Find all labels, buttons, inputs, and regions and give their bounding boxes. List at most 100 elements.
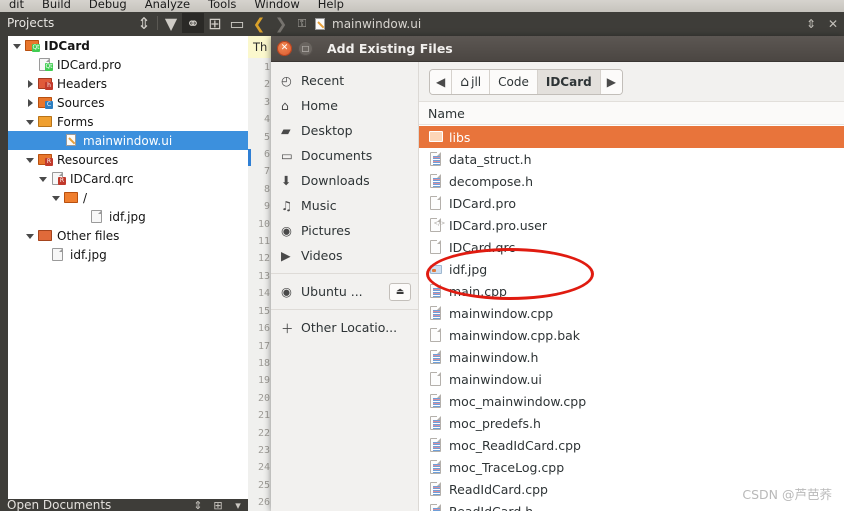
sync-selector[interactable]: ⇕	[133, 13, 155, 33]
close-icon: ✕	[280, 43, 289, 53]
lock-icon[interactable]: ⚿	[292, 17, 312, 31]
file-browser-pane: ◀ ⌂ jll Code IDCard ▶ Name libs data_struct.hd…	[419, 62, 844, 511]
sync-selector-icon[interactable]: ⇕	[188, 499, 208, 511]
menu-item-build[interactable]: Build	[33, 0, 80, 11]
breadcrumb-prev-button[interactable]: ◀	[430, 69, 453, 94]
file-row[interactable]: main.cpp	[419, 280, 844, 302]
tree-item-forms[interactable]: Forms	[8, 112, 248, 131]
breadcrumb[interactable]: ◀ ⌂ jll Code IDCard ▶	[429, 68, 623, 95]
file-row[interactable]: IDCard.qrc	[419, 236, 844, 258]
file-row[interactable]: moc_predefs.h	[419, 412, 844, 434]
breadcrumb-item-idcard[interactable]: IDCard	[537, 69, 601, 94]
image-file-icon	[426, 260, 446, 278]
tree-item-idcard[interactable]: Qt IDCard	[8, 36, 248, 55]
place-item-desktop[interactable]: ▰ Desktop	[271, 118, 418, 143]
file-name-label: main.cpp	[449, 283, 507, 299]
eject-icon[interactable]: ⏏	[389, 282, 411, 301]
dialog-maximize-button[interactable]: □	[298, 41, 313, 56]
file-row[interactable]: mainwindow.cpp	[419, 302, 844, 324]
file-name-label: decompose.h	[449, 173, 534, 189]
menu-item-help[interactable]: Help	[309, 0, 353, 11]
tree-item-headers[interactable]: h Headers	[8, 74, 248, 93]
place-item-ubuntu[interactable]: ◉ Ubuntu ... ⏏	[271, 279, 418, 304]
tree-item-idcard-qrc[interactable]: R IDCard.qrc	[8, 169, 248, 188]
file-row[interactable]: decompose.h	[419, 170, 844, 192]
menu-item-window[interactable]: Window	[245, 0, 308, 11]
split-icon[interactable]: ⊞	[204, 13, 226, 33]
breadcrumb-item-code[interactable]: Code	[490, 69, 538, 94]
split-icon[interactable]: ⊞	[208, 499, 228, 511]
dialog-close-button[interactable]: ✕	[277, 41, 292, 56]
breadcrumb-item-jll[interactable]: ⌂ jll	[452, 69, 491, 94]
documents-icon: ▭	[281, 148, 293, 163]
line-number: 19	[257, 375, 270, 387]
project-tree[interactable]: Qt IDCard Qt IDCard.pro h Headers C Sources Form…	[8, 36, 248, 500]
chevron-down-icon[interactable]	[38, 173, 49, 184]
place-item-otherlocatio[interactable]: ＋ Other Locatio...	[271, 315, 418, 340]
file-name-label: moc_mainwindow.cpp	[449, 393, 587, 409]
link-icon[interactable]: ⚭	[182, 13, 204, 33]
doc-qt-icon: Qt	[37, 57, 53, 72]
file-row[interactable]: IDCard.pro	[419, 192, 844, 214]
breadcrumb-next-button[interactable]: ▶	[600, 69, 622, 94]
places-sidebar[interactable]: ◴ Recent ⌂ Home ▰ Desktop ▭ Documents ⬇ Downloads…	[271, 62, 419, 511]
folder-h-icon: h	[37, 76, 53, 91]
file-name-label: IDCard.qrc	[449, 239, 516, 255]
navigate-forward-icon[interactable]: ❯	[270, 15, 292, 33]
file-row[interactable]: mainwindow.cpp.bak	[419, 324, 844, 346]
tree-item-idf-jpg[interactable]: idf.jpg	[8, 207, 248, 226]
file-row[interactable]: moc_ReadIdCard.cpp	[419, 434, 844, 456]
place-item-pictures[interactable]: ◉ Pictures	[271, 218, 418, 243]
minimize-icon[interactable]: ▭	[226, 13, 248, 33]
tree-item--[interactable]: /	[8, 188, 248, 207]
file-list[interactable]: libs data_struct.h decompose.h IDCard.pro ID…	[419, 126, 844, 511]
navigate-back-icon[interactable]: ❮	[248, 15, 270, 33]
folder-c-icon: C	[37, 95, 53, 110]
filter-icon[interactable]: ▼	[160, 13, 182, 33]
file-name-label: data_struct.h	[449, 151, 532, 167]
tree-item-other-files[interactable]: Other files	[8, 226, 248, 245]
place-item-music[interactable]: ♫ Music	[271, 193, 418, 218]
line-number: 12	[257, 253, 270, 265]
editor-tab-label[interactable]: mainwindow.ui	[332, 17, 800, 31]
downloads-icon: ⬇	[281, 173, 292, 188]
tree-item-resources[interactable]: R Resources	[8, 150, 248, 169]
chevron-right-icon[interactable]	[25, 97, 36, 108]
chevron-down-icon[interactable]	[25, 230, 36, 241]
chevron-down-icon[interactable]	[12, 40, 23, 51]
chevron-down-icon[interactable]	[51, 192, 62, 203]
place-label: Videos	[301, 248, 343, 263]
tree-item-idcard-pro[interactable]: Qt IDCard.pro	[8, 55, 248, 74]
file-row[interactable]: mainwindow.h	[419, 346, 844, 368]
place-item-downloads[interactable]: ⬇ Downloads	[271, 168, 418, 193]
file-row[interactable]: data_struct.h	[419, 148, 844, 170]
file-list-header[interactable]: Name	[419, 102, 844, 125]
chevron-down-icon[interactable]	[25, 154, 36, 165]
menu-item-analyze[interactable]: Analyze	[136, 0, 199, 11]
tree-item-mainwindow-ui[interactable]: mainwindow.ui	[8, 131, 248, 150]
file-row[interactable]: idf.jpg	[419, 258, 844, 280]
file-row[interactable]: libs	[419, 126, 844, 148]
place-item-home[interactable]: ⌂ Home	[271, 93, 418, 118]
menu-item-debug[interactable]: Debug	[80, 0, 136, 11]
places-divider	[271, 309, 418, 310]
place-item-recent[interactable]: ◴ Recent	[271, 68, 418, 93]
file-row[interactable]: moc_TraceLog.cpp	[419, 456, 844, 478]
doc-icon	[50, 247, 66, 262]
tree-item-idf-jpg[interactable]: idf.jpg	[8, 245, 248, 264]
chevron-down-icon[interactable]	[25, 116, 36, 127]
place-item-videos[interactable]: ▶ Videos	[271, 243, 418, 268]
dropdown-icon[interactable]: ▾	[228, 499, 248, 511]
line-number: 24	[257, 462, 270, 474]
editor-close-icon[interactable]: ✕	[822, 17, 844, 31]
tree-item-sources[interactable]: C Sources	[8, 93, 248, 112]
editor-selector-icon[interactable]: ⇕	[800, 17, 822, 31]
chevron-right-icon[interactable]	[25, 78, 36, 89]
menu-item-dit[interactable]: dit	[0, 0, 33, 11]
folder-form-icon	[37, 114, 53, 129]
file-row[interactable]: mainwindow.ui	[419, 368, 844, 390]
place-item-documents[interactable]: ▭ Documents	[271, 143, 418, 168]
file-row[interactable]: IDCard.pro.user	[419, 214, 844, 236]
menu-item-tools[interactable]: Tools	[199, 0, 245, 11]
file-row[interactable]: moc_mainwindow.cpp	[419, 390, 844, 412]
